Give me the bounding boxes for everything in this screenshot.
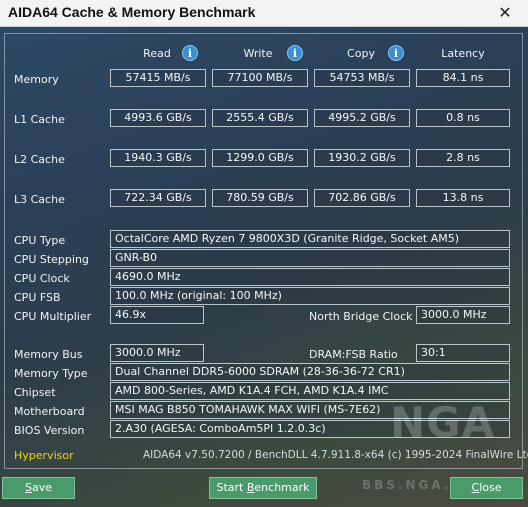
chipset-label: Chipset (14, 386, 56, 399)
close-button-label: lose (479, 481, 502, 494)
cpu-stepping-value: GNR-B0 (110, 249, 510, 267)
l1-read-value: 4993.6 GB/s (110, 109, 206, 127)
info-icon-write[interactable]: i (287, 45, 303, 61)
cpu-clock-value: 4690.0 MHz (110, 268, 510, 286)
l3-latency-value: 13.8 ns (416, 189, 510, 207)
hypervisor-label: Hypervisor (14, 449, 74, 462)
memory-write-value: 77100 MB/s (212, 69, 308, 87)
memory-copy-value: 54753 MB/s (314, 69, 410, 87)
save-button-mnemonic: S (24, 481, 32, 494)
l2-read-value: 1940.3 GB/s (110, 149, 206, 167)
l1-latency-value: 0.8 ns (416, 109, 510, 127)
start-benchmark-button[interactable]: Start Benchmark (209, 477, 317, 499)
memory-type-value: Dual Channel DDR5-6000 SDRAM (28-36-36-7… (110, 363, 510, 381)
start-button-label-rest: enchmark (254, 481, 310, 494)
dram-fsb-ratio-value: 30:1 (416, 344, 510, 362)
cpu-stepping-label: CPU Stepping (14, 253, 89, 266)
window-title: AIDA64 Cache & Memory Benchmark (8, 4, 256, 20)
info-icon-read[interactable]: i (182, 45, 198, 61)
l3-write-value: 780.59 GB/s (212, 189, 308, 207)
north-bridge-clock-value: 3000.0 MHz (416, 306, 510, 324)
memory-type-label: Memory Type (14, 367, 88, 380)
l2-copy-value: 1930.2 GB/s (314, 149, 410, 167)
memory-latency-value: 84.1 ns (416, 69, 510, 87)
l3-copy-value: 702.86 GB/s (314, 189, 410, 207)
memory-read-value: 57415 MB/s (110, 69, 206, 87)
window-close-button[interactable]: ✕ (482, 0, 528, 26)
start-button-label-pre: Start (216, 481, 247, 494)
cpu-type-value: OctalCore AMD Ryzen 7 9800X3D (Granite R… (110, 230, 510, 248)
save-button[interactable]: Save (2, 477, 75, 499)
save-button-label: ave (31, 481, 52, 494)
l2-write-value: 1299.0 GB/s (212, 149, 308, 167)
memory-bus-value: 3000.0 MHz (110, 344, 204, 362)
l3-read-value: 722.34 GB/s (110, 189, 206, 207)
info-icon-copy[interactable]: i (388, 45, 404, 61)
close-button[interactable]: Close (450, 477, 523, 499)
row-label-l1: L1 Cache (14, 113, 65, 126)
motherboard-label: Motherboard (14, 405, 85, 418)
bios-version-label: BIOS Version (14, 424, 85, 437)
dram-fsb-ratio-label: DRAM:FSB Ratio (309, 348, 398, 361)
cpu-multiplier-value: 46.9x (110, 306, 204, 324)
cpu-type-label: CPU Type (14, 234, 66, 247)
column-header-latency: Latency (441, 47, 485, 60)
cpu-fsb-value: 100.0 MHz (original: 100 MHz) (110, 287, 510, 305)
l1-copy-value: 4995.2 GB/s (314, 109, 410, 127)
cpu-fsb-label: CPU FSB (14, 291, 61, 304)
nga-watermark: NGA BBS.NGA.CN (362, 392, 512, 492)
cpu-clock-label: CPU Clock (14, 272, 70, 285)
l2-latency-value: 2.8 ns (416, 149, 510, 167)
title-bar: AIDA64 Cache & Memory Benchmark ✕ (0, 0, 528, 27)
row-label-memory: Memory (14, 73, 59, 86)
north-bridge-clock-label: North Bridge Clock (309, 310, 413, 323)
row-label-l3: L3 Cache (14, 193, 65, 206)
memory-bus-label: Memory Bus (14, 348, 83, 361)
row-label-l2: L2 Cache (14, 153, 65, 166)
cpu-multiplier-label: CPU Multiplier (14, 310, 92, 323)
watermark-logo: NGA (390, 398, 496, 447)
l1-write-value: 2555.4 GB/s (212, 109, 308, 127)
